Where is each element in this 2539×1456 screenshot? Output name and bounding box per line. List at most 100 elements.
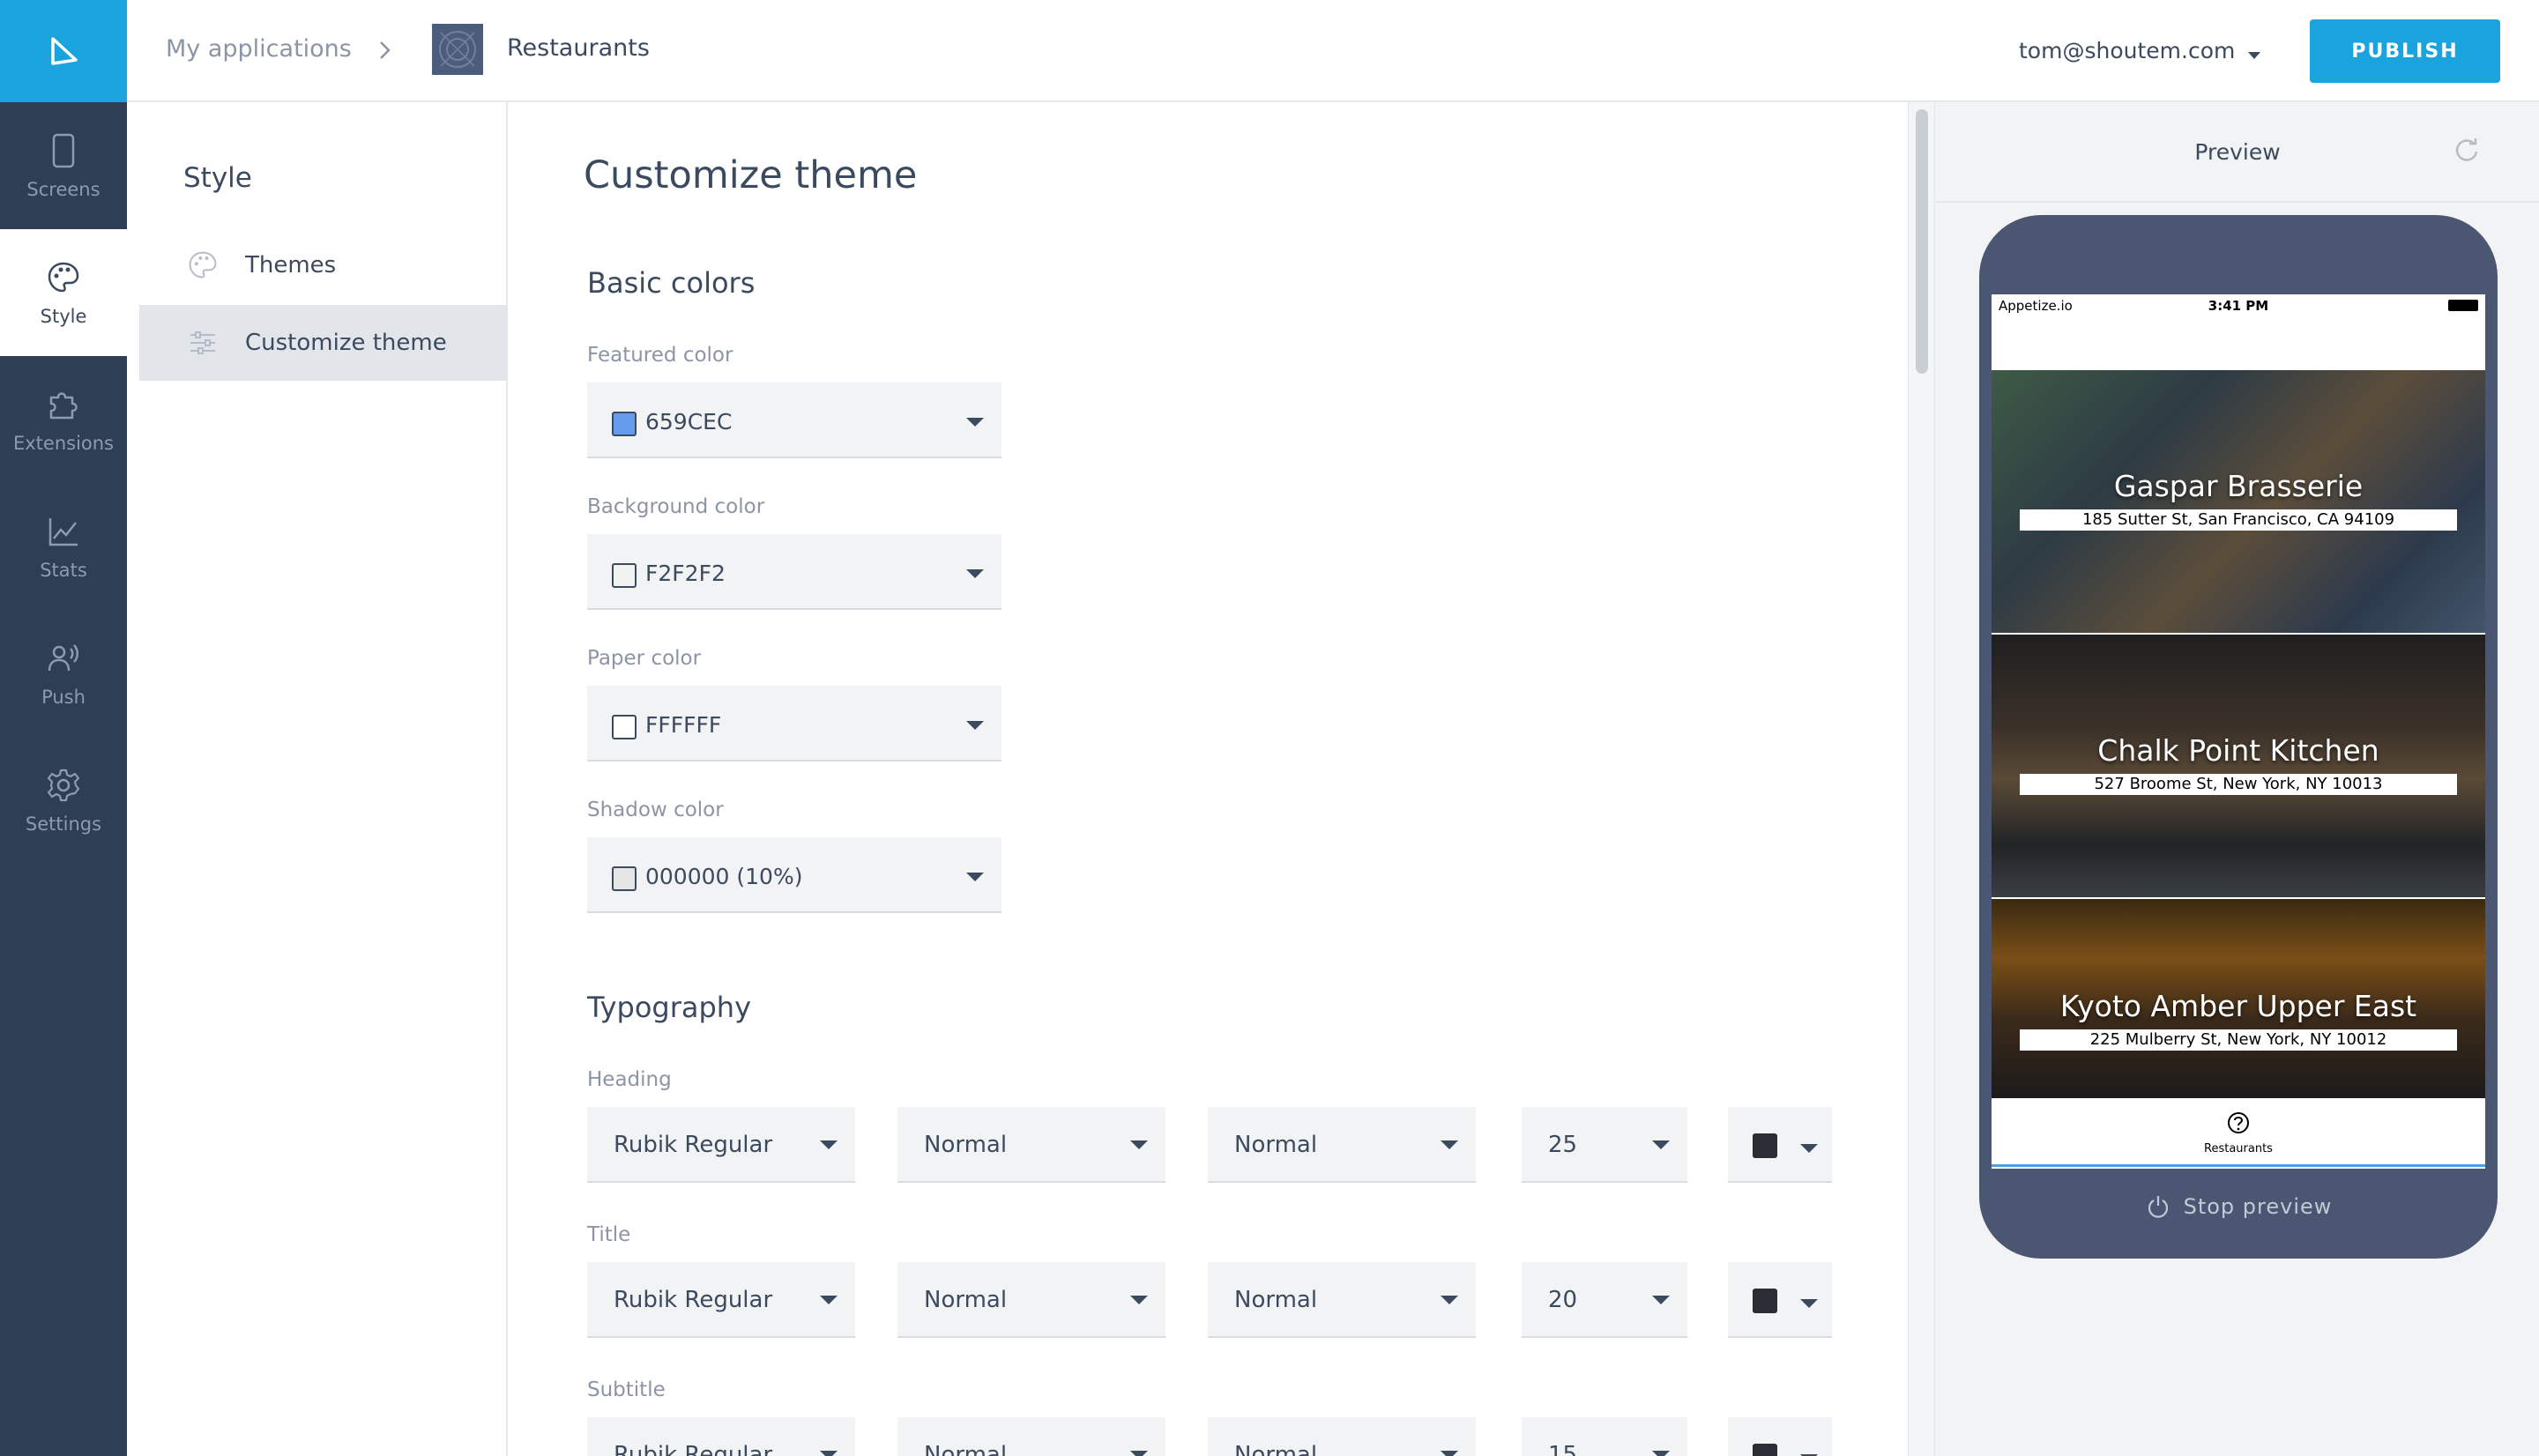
title-size-value: 20 [1548,1287,1578,1313]
gear-icon [44,766,83,805]
chevron-down-icon [966,569,984,580]
title-font-select[interactable]: Rubik Regular [587,1262,855,1338]
heading-color-select[interactable] [1728,1107,1832,1183]
color-swatch [1753,1133,1777,1158]
paper-color-label: Paper color [587,647,702,670]
color-swatch [612,563,637,588]
question-circle-icon[interactable] [2226,1111,2251,1135]
heading-label: Heading [587,1068,672,1091]
title-size-select[interactable]: 20 [1522,1262,1687,1338]
chevron-down-icon [1130,1140,1148,1151]
nav-item-label: Stats [40,560,87,581]
title-label: Title [587,1223,631,1246]
title-font-value: Rubik Regular [614,1287,773,1313]
preview-header: Preview [1935,102,2539,203]
refresh-icon[interactable] [2452,136,2482,166]
restaurant-address: 225 Mulberry St, New York, NY 10012 [2020,1029,2457,1051]
chevron-down-icon [1652,1296,1670,1306]
heading-weight-select[interactable]: Normal [897,1107,1165,1183]
heading-font-select[interactable]: Rubik Regular [587,1107,855,1183]
scrollbar-thumb[interactable] [1916,109,1928,374]
customize-theme-panel: Customize theme Basic colors Featured co… [510,102,1908,1456]
nav-item-label: Push [41,687,86,708]
sidebar-item-customize-theme[interactable]: Customize theme [139,305,508,381]
section-title-basic-colors: Basic colors [587,266,756,300]
restaurant-card[interactable]: Gaspar Brasserie 185 Sutter St, San Fran… [1992,370,2485,633]
chart-line-icon [44,512,83,551]
subtitle-font-select[interactable]: Rubik Regular [587,1417,855,1456]
subtitle-color-select[interactable] [1728,1417,1832,1456]
user-email[interactable]: tom@shoutem.com [2019,38,2235,63]
main-scrollbar[interactable] [1908,102,1934,1456]
heading-size-value: 25 [1548,1132,1578,1158]
title-style-select[interactable]: Normal [1208,1262,1476,1338]
nav-item-label: Settings [25,813,102,835]
subtitle-style-value: Normal [1234,1442,1318,1456]
preview-title: Preview [2194,139,2281,165]
breadcrumb-my-applications[interactable]: My applications [166,35,352,63]
sidebar-item-themes[interactable]: Themes [139,227,508,303]
chevron-down-icon [1441,1451,1458,1456]
publish-button[interactable]: PUBLISH [2310,19,2500,83]
style-sidebar: Style Themes Customize theme [127,102,508,1456]
subtitle-size-select[interactable]: 15 [1522,1417,1687,1456]
featured-color-select[interactable]: 659CEC [587,383,1001,458]
stop-preview-button[interactable]: Stop preview [1979,1193,2498,1220]
featured-color-value: 659CEC [645,409,733,435]
chevron-down-icon [1130,1451,1148,1456]
heading-size-select[interactable]: 25 [1522,1107,1687,1183]
restaurant-name: Kyoto Amber Upper East [2059,989,2417,1023]
chevron-down-icon [1441,1296,1458,1306]
chevron-down-icon [1800,1144,1818,1155]
subtitle-weight-value: Normal [924,1442,1008,1456]
status-time: 3:41 PM [2208,298,2269,314]
breadcrumb-app-name: Restaurants [507,34,650,62]
nav-item-extensions[interactable]: Extensions [0,356,127,483]
shadow-color-select[interactable]: 000000 (10%) [587,837,1001,913]
chevron-down-icon [1800,1299,1818,1310]
title-weight-select[interactable]: Normal [897,1262,1165,1338]
chevron-down-icon [966,873,984,883]
chevron-down-icon [820,1140,838,1151]
color-swatch [1753,1444,1777,1456]
paper-color-select[interactable]: FFFFFF [587,686,1001,761]
restaurant-card[interactable]: Chalk Point Kitchen 527 Broome St, New Y… [1992,635,2485,897]
subtitle-weight-select[interactable]: Normal [897,1417,1165,1456]
background-color-label: Background color [587,495,765,518]
heading-style-value: Normal [1234,1132,1318,1158]
app-thumbnail [432,24,483,75]
background-color-select[interactable]: F2F2F2 [587,534,1001,610]
chevron-down-icon [1130,1296,1148,1306]
nav-item-settings[interactable]: Settings [0,737,127,864]
color-swatch [612,715,637,739]
nav-item-screens[interactable]: Screens [0,102,127,229]
sidebar-item-label: Customize theme [245,330,447,356]
section-title-typography: Typography [587,991,751,1024]
heading-style-select[interactable]: Normal [1208,1107,1476,1183]
chevron-down-icon[interactable] [2243,44,2266,67]
chevron-down-icon [1652,1140,1670,1151]
tab-restaurants-label: Restaurants [2204,1142,2273,1155]
sidebar-title: Style [183,162,252,194]
phone-frame: Appetize.io 3:41 PM Gaspar Brasserie 185… [1979,215,2498,1259]
app-logo[interactable] [0,0,127,102]
nav-item-stats[interactable]: Stats [0,483,127,610]
subtitle-label: Subtitle [587,1378,666,1401]
chevron-down-icon [1652,1451,1670,1456]
heading-font-value: Rubik Regular [614,1132,773,1158]
restaurant-card[interactable]: Kyoto Amber Upper East 225 Mulberry St, … [1992,899,2485,1098]
sidebar-item-label: Themes [245,252,337,279]
title-color-select[interactable] [1728,1262,1832,1338]
subtitle-style-select[interactable]: Normal [1208,1417,1476,1456]
phone-screen[interactable]: Appetize.io 3:41 PM Gaspar Brasserie 185… [1992,294,2485,1169]
nav-item-push[interactable]: Push [0,610,127,737]
chevron-down-icon [966,721,984,732]
nav-item-label: Extensions [12,433,115,454]
puzzle-icon [44,385,83,424]
paper-color-value: FFFFFF [645,712,722,738]
page-title: Customize theme [584,153,918,197]
nav-item-style[interactable]: Style [0,229,127,356]
battery-icon [2448,300,2478,311]
title-weight-value: Normal [924,1287,1008,1313]
nav-item-label: Style [40,306,87,327]
